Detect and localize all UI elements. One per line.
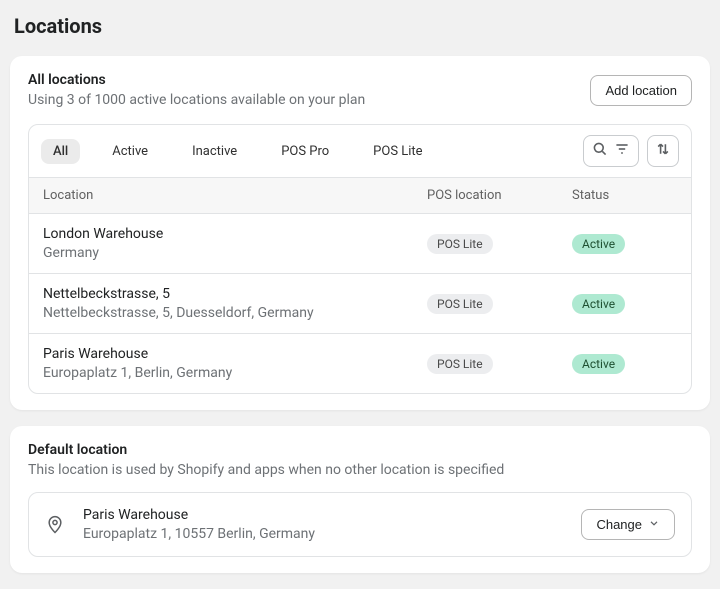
table-row[interactable]: London Warehouse Germany POS Lite Active: [29, 214, 691, 274]
location-address: Germany: [43, 245, 427, 261]
pos-badge: POS Lite: [427, 354, 493, 374]
page-title: Locations: [0, 0, 720, 56]
default-location-card: Default location This location is used b…: [10, 426, 710, 573]
all-locations-heading: All locations: [28, 72, 365, 88]
pos-badge: POS Lite: [427, 294, 493, 314]
status-badge: Active: [572, 234, 625, 254]
tab-active[interactable]: Active: [100, 139, 160, 164]
table-row[interactable]: Nettelbeckstrasse, 5 Nettelbeckstrasse, …: [29, 274, 691, 334]
col-header-pos: POS location: [427, 188, 572, 203]
all-locations-card: All locations Using 3 of 1000 active loc…: [10, 56, 710, 410]
change-button-label: Change: [596, 517, 642, 532]
pos-badge: POS Lite: [427, 234, 493, 254]
tab-inactive[interactable]: Inactive: [180, 139, 249, 164]
status-badge: Active: [572, 294, 625, 314]
all-locations-subheading: Using 3 of 1000 active locations availab…: [28, 92, 365, 108]
tab-all[interactable]: All: [41, 139, 80, 164]
search-filter-button[interactable]: [583, 135, 639, 167]
sort-button[interactable]: [647, 135, 679, 167]
location-pin-icon: [45, 515, 65, 535]
sort-icon: [655, 141, 671, 161]
table-row[interactable]: Paris Warehouse Europaplatz 1, Berlin, G…: [29, 334, 691, 393]
col-header-status: Status: [572, 188, 677, 203]
location-name: Paris Warehouse: [43, 346, 427, 362]
default-location-subheading: This location is used by Shopify and app…: [28, 462, 692, 478]
location-name: Nettelbeckstrasse, 5: [43, 286, 427, 302]
tab-pos-pro[interactable]: POS Pro: [269, 139, 341, 164]
locations-table: All Active Inactive POS Pro POS Lite: [28, 124, 692, 394]
tab-pos-lite[interactable]: POS Lite: [361, 139, 434, 164]
location-name: London Warehouse: [43, 226, 427, 242]
location-address: Europaplatz 1, Berlin, Germany: [43, 365, 427, 381]
default-location-heading: Default location: [28, 442, 692, 458]
status-badge: Active: [572, 354, 625, 374]
default-location-address: Europaplatz 1, 10557 Berlin, Germany: [83, 526, 315, 542]
change-button[interactable]: Change: [581, 509, 675, 540]
location-address: Nettelbeckstrasse, 5, Duesseldorf, Germa…: [43, 305, 427, 321]
default-location-name: Paris Warehouse: [83, 507, 315, 523]
search-icon: [592, 141, 608, 161]
filter-icon: [614, 141, 630, 161]
chevron-down-icon: [648, 517, 660, 532]
add-location-button[interactable]: Add location: [590, 75, 692, 106]
col-header-location: Location: [43, 188, 427, 203]
